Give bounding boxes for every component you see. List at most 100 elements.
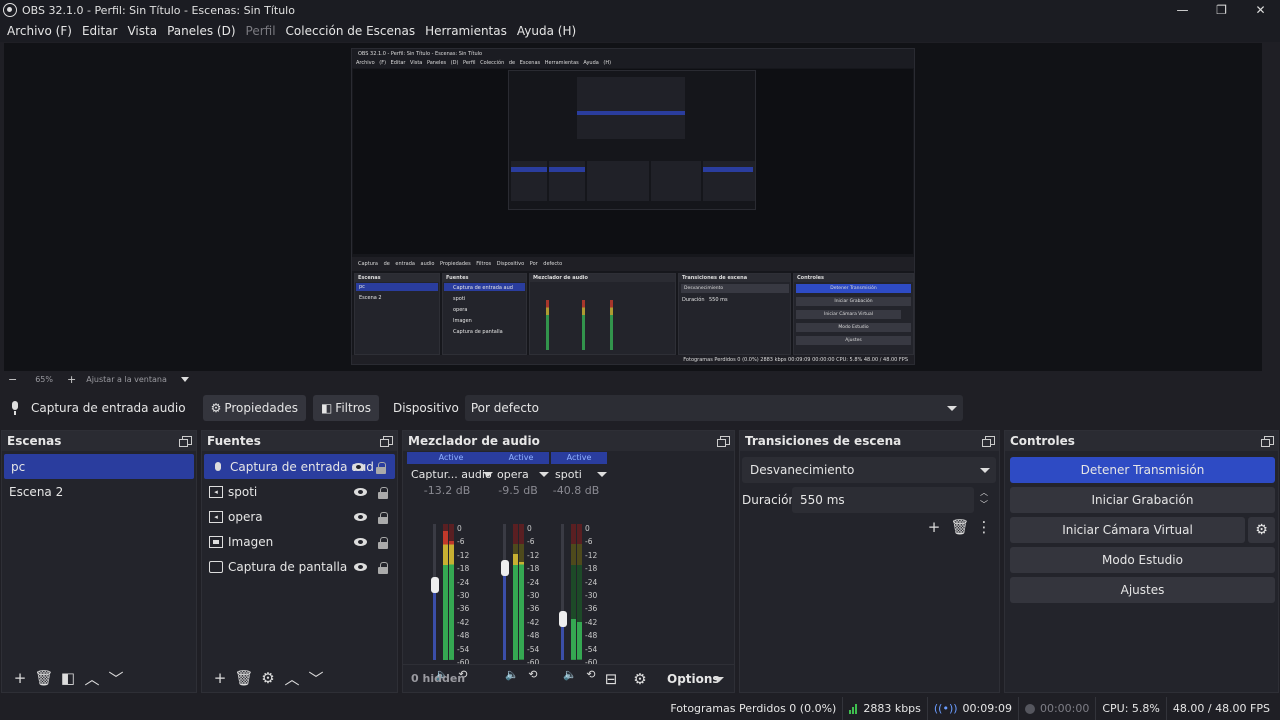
undock-icon[interactable]: [179, 436, 192, 447]
zoom-in-button[interactable]: +: [67, 373, 76, 386]
undock-icon[interactable]: [717, 436, 730, 447]
lock-icon[interactable]: [376, 462, 386, 474]
menu-ayuda[interactable]: Ayuda (H): [512, 24, 581, 38]
nested-preview: [353, 69, 913, 254]
dropped-frames-text: Fotogramas Perdidos 0 (0.0%): [670, 702, 837, 715]
source-label: Imagen: [228, 534, 274, 549]
microphone-icon: [211, 461, 225, 473]
chevron-down-icon[interactable]: ﹀: [104, 666, 128, 690]
maximize-button[interactable]: ❐: [1202, 0, 1241, 20]
mixer-channel: Active opera -9.5 dB 0 -6 -12 -18 -24 -30 -36 -42 -…: [493, 452, 551, 681]
sources-title: Fuentes: [207, 434, 261, 448]
volume-slider-handle[interactable]: [500, 560, 509, 576]
menu-editar[interactable]: Editar: [77, 24, 123, 38]
sources-footer: + 🗑 ⚙ ︿ ﹀: [202, 664, 397, 692]
volume-slider[interactable]: [503, 524, 506, 660]
menu-vista[interactable]: Vista: [122, 24, 162, 38]
undock-icon[interactable]: [982, 436, 995, 447]
eye-icon[interactable]: [354, 512, 367, 521]
chevron-up-icon[interactable]: ︿: [80, 666, 104, 690]
scene-item-escena-2[interactable]: Escena 2: [2, 479, 196, 504]
virtual-camera-settings-gear-icon[interactable]: ⚙: [1248, 517, 1275, 543]
properties-button[interactable]: ⚙ Propiedades: [202, 395, 306, 421]
chevron-down-icon: [483, 472, 493, 477]
scenes-footer: + 🗑 ◧ ︿ ﹀: [2, 664, 196, 692]
duration-input[interactable]: 550 ms: [792, 487, 974, 513]
selected-source-name: Captura de entrada audio: [31, 401, 186, 415]
gear-icon[interactable]: ⚙: [256, 666, 280, 690]
channel-name-select[interactable]: Captur... audio: [407, 466, 495, 482]
media-icon: ◂: [209, 485, 223, 498]
filters-label: Filtros: [335, 401, 371, 415]
nested-control: Iniciar Grabación: [796, 297, 911, 306]
audio-mixer-dock: Mezclador de audio Active Captur... audio…: [402, 430, 735, 693]
menu-archivo[interactable]: Archivo (F): [2, 24, 77, 38]
trash-icon[interactable]: 🗑: [32, 666, 56, 690]
nested-controls-title: Controles: [794, 274, 913, 282]
zoom-out-button[interactable]: −: [8, 373, 17, 386]
more-vertical-icon[interactable]: ⋮: [972, 515, 996, 539]
mixer-footer: 0 hidden ⊟ ⚙ Options: [403, 664, 734, 692]
trash-icon[interactable]: 🗑: [948, 515, 972, 539]
undock-icon[interactable]: [380, 436, 393, 447]
advanced-audio-gear-icon[interactable]: ⚙: [628, 667, 652, 691]
settings-button[interactable]: Ajustes: [1010, 577, 1275, 603]
eye-icon[interactable]: [354, 562, 367, 571]
stop-streaming-button[interactable]: Detener Transmisión: [1010, 457, 1275, 483]
filters-button[interactable]: ◧ Filtros: [312, 395, 379, 421]
chevron-down-icon[interactable]: ﹀: [304, 666, 328, 690]
source-item[interactable]: ◂ opera: [202, 504, 397, 529]
trash-icon[interactable]: 🗑: [232, 666, 256, 690]
volume-slider-handle[interactable]: [558, 611, 567, 627]
volume-slider[interactable]: [561, 524, 564, 660]
lock-icon[interactable]: [378, 562, 388, 574]
undock-icon[interactable]: [1261, 436, 1274, 447]
db-tick-label: -36: [527, 604, 540, 614]
start-recording-button[interactable]: Iniciar Grabación: [1010, 487, 1275, 513]
scenes-title: Escenas: [7, 434, 62, 448]
menu-perfil[interactable]: Perfil: [241, 24, 281, 38]
options-button[interactable]: Options: [667, 672, 720, 686]
fit-to-window-button[interactable]: Ajustar a la ventana: [86, 375, 167, 384]
menu-coleccion-escenas[interactable]: Colección de Escenas: [281, 24, 421, 38]
meter-background-segment: [513, 524, 518, 545]
chevron-up-icon[interactable]: ︿: [280, 666, 304, 690]
channel-name-select[interactable]: spoti: [551, 466, 609, 482]
scene-item-pc[interactable]: pc: [4, 454, 194, 479]
preview-scrollbar[interactable]: [1262, 43, 1276, 371]
monitor-icon: [209, 560, 223, 573]
start-virtual-camera-button[interactable]: Iniciar Cámara Virtual: [1010, 517, 1245, 543]
lock-icon[interactable]: [378, 512, 388, 524]
menu-herramientas[interactable]: Herramientas: [420, 24, 512, 38]
menu-paneles[interactable]: Paneles (D): [162, 24, 240, 38]
filter-icon[interactable]: ◧: [56, 666, 80, 690]
transition-select[interactable]: Desvanecimiento: [742, 457, 996, 483]
add-icon[interactable]: +: [8, 666, 32, 690]
obs-logo-icon: [3, 3, 17, 17]
db-scale: 0 -6 -12 -18 -24 -30 -36 -42 -48 -54 -60: [527, 522, 539, 669]
duration-stepper[interactable]: ︿ ﹀: [980, 487, 988, 511]
lock-icon[interactable]: [378, 487, 388, 499]
add-icon[interactable]: +: [922, 515, 946, 539]
layout-icon[interactable]: ⊟: [599, 667, 623, 691]
source-item[interactable]: Captura de entrada aud: [204, 454, 395, 479]
db-tick-label: -54: [585, 644, 598, 654]
zoom-dropdown-icon[interactable]: [180, 376, 189, 382]
channel-name-select[interactable]: opera: [493, 466, 551, 482]
volume-slider-handle[interactable]: [430, 577, 439, 593]
eye-icon[interactable]: [352, 462, 365, 471]
close-button[interactable]: ✕: [1241, 0, 1280, 20]
lock-icon[interactable]: [378, 537, 388, 549]
source-item[interactable]: ◂ spoti: [202, 479, 397, 504]
eye-icon[interactable]: [354, 487, 367, 496]
source-label: spoti: [228, 484, 258, 499]
add-icon[interactable]: +: [208, 666, 232, 690]
eye-icon[interactable]: [354, 537, 367, 546]
source-item[interactable]: Imagen: [202, 529, 397, 554]
db-scale: 0 -6 -12 -18 -24 -30 -36 -42 -48 -54 -60: [457, 522, 469, 669]
source-item[interactable]: Captura de pantalla: [202, 554, 397, 579]
chevron-down-icon[interactable]: [714, 676, 724, 682]
device-select[interactable]: Por defecto: [464, 395, 963, 421]
studio-mode-button[interactable]: Modo Estudio: [1010, 547, 1275, 573]
minimize-button[interactable]: —: [1163, 0, 1202, 20]
